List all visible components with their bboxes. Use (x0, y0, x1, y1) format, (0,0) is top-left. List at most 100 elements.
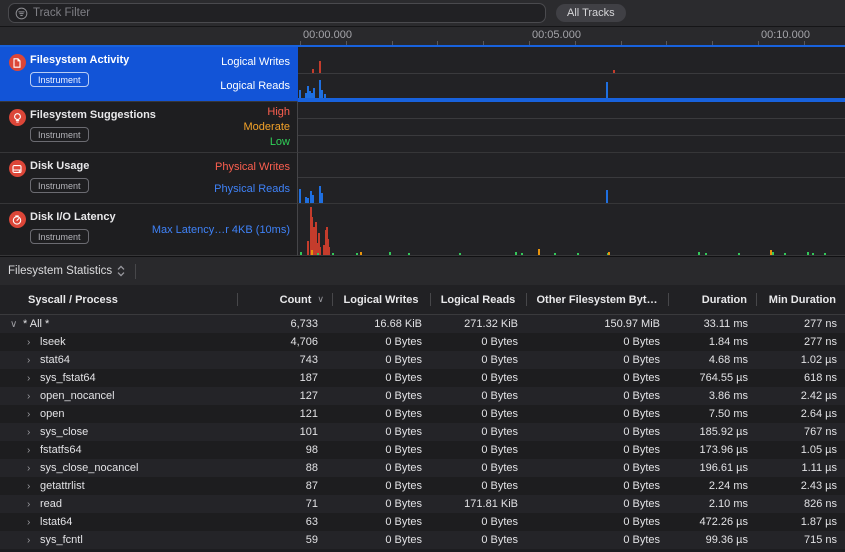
disclosure-triangle[interactable]: › (27, 445, 40, 456)
latency-event-green (408, 253, 410, 255)
column-header-logical-reads[interactable]: Logical Reads (430, 285, 526, 314)
table-cell: 0 Bytes (430, 426, 526, 438)
lane-label: High (267, 106, 290, 118)
disclosure-triangle[interactable]: › (27, 409, 40, 420)
lane-labels: HighModerateLow (240, 102, 297, 152)
data-spike (312, 195, 314, 203)
track-header-disk-usage[interactable]: Disk UsageInstrumentPhysical WritesPhysi… (0, 153, 298, 204)
table-cell: 0 Bytes (526, 516, 668, 528)
track-graph-filesystem-suggestions[interactable] (298, 102, 845, 153)
disclosure-triangle[interactable]: › (27, 391, 40, 402)
toolbar: All Tracks (0, 0, 845, 27)
table-row[interactable]: ›open_nocancel1270 Bytes0 Bytes0 Bytes3.… (0, 387, 845, 405)
disclosure-triangle[interactable]: › (27, 427, 40, 438)
latency-event-green (738, 253, 740, 255)
track-info: Disk UsageInstrument (30, 153, 210, 203)
syscall-name: sys_fcntl (40, 534, 83, 546)
track-info: Filesystem SuggestionsInstrument (30, 102, 240, 152)
table-row[interactable]: ›lseek4,7060 Bytes0 Bytes0 Bytes1.84 ms2… (0, 333, 845, 351)
track-graph-disk-i-o-latency[interactable] (298, 204, 845, 256)
statistics-bar: Filesystem Statistics (0, 256, 845, 285)
ruler-minor-tick (758, 41, 759, 45)
table-row[interactable]: ›sys_close1010 Bytes0 Bytes0 Bytes185.92… (0, 423, 845, 441)
table-row[interactable]: ›sys_fstat641870 Bytes0 Bytes0 Bytes764.… (0, 369, 845, 387)
data-spike (606, 190, 608, 203)
syscall-name: * All * (23, 318, 49, 330)
table-row[interactable]: ›sys_fcntl590 Bytes0 Bytes0 Bytes99.36 µ… (0, 531, 845, 549)
column-header-syscall-process[interactable]: Syscall / Process (0, 285, 237, 314)
column-header-label: Logical Reads (441, 294, 516, 306)
latency-event-green (577, 253, 579, 255)
disclosure-triangle[interactable]: › (27, 481, 40, 492)
ruler-time-label: 00:00.000 (303, 29, 352, 41)
disclosure-triangle[interactable]: › (27, 463, 40, 474)
disclosure-triangle[interactable]: › (27, 337, 40, 348)
all-tracks-button[interactable]: All Tracks (556, 4, 626, 22)
column-header-count[interactable]: Count∨ (237, 285, 332, 314)
table-cell: 0 Bytes (332, 390, 430, 402)
timeline-ruler[interactable]: 00:00.00000:05.00000:10.000 (0, 27, 845, 47)
disclosure-triangle[interactable]: ∨ (10, 319, 23, 330)
statistics-table: ∨* All *6,73316.68 KiB271.32 KiB150.97 M… (0, 315, 845, 549)
ruler-minor-tick (300, 41, 301, 45)
column-header-label: Min Duration (769, 294, 836, 306)
latency-event-green (389, 252, 391, 255)
table-row[interactable]: ›stat647430 Bytes0 Bytes0 Bytes4.68 ms1.… (0, 351, 845, 369)
lane-label: Max Latency…r 4KB (10ms) (152, 224, 290, 236)
table-cell: 59 (237, 534, 332, 546)
sort-chevron-down-icon: ∨ (317, 294, 324, 305)
column-header-other-filesystem-byt-[interactable]: Other Filesystem Byt… (526, 285, 668, 314)
table-cell: 0 Bytes (526, 498, 668, 510)
track-header-filesystem-activity[interactable]: Filesystem ActivityInstrumentLogical Wri… (0, 47, 298, 102)
latency-event-green (705, 253, 707, 255)
table-cell: 71 (237, 498, 332, 510)
latency-event-green (698, 252, 700, 255)
table-cell: 2.64 µs (756, 408, 845, 420)
latency-event-green (772, 252, 774, 255)
table-cell: 127 (237, 390, 332, 402)
latency-event-green (332, 253, 334, 255)
disclosure-triangle[interactable]: › (27, 373, 40, 384)
icon-column (4, 153, 30, 203)
table-row[interactable]: ›read710 Bytes171.81 KiB0 Bytes2.10 ms82… (0, 495, 845, 513)
track-graph-disk-usage[interactable] (298, 153, 845, 204)
latency-event-green (459, 253, 461, 255)
table-row[interactable]: ›lstat64630 Bytes0 Bytes0 Bytes472.26 µs… (0, 513, 845, 531)
track-info: Disk I/O LatencyInstrument (30, 204, 148, 255)
table-row[interactable]: ›sys_close_nocancel880 Bytes0 Bytes0 Byt… (0, 459, 845, 477)
table-cell: 0 Bytes (430, 354, 526, 366)
table-cell: 743 (237, 354, 332, 366)
disclosure-triangle[interactable]: › (27, 517, 40, 528)
lane-label: Moderate (244, 121, 290, 133)
table-cell: 0 Bytes (430, 480, 526, 492)
syscall-name: stat64 (40, 354, 70, 366)
column-header-logical-writes[interactable]: Logical Writes (332, 285, 430, 314)
table-row[interactable]: ›getattrlist870 Bytes0 Bytes0 Bytes2.24 … (0, 477, 845, 495)
track-header-filesystem-suggestions[interactable]: Filesystem SuggestionsInstrument High Mode… (0, 102, 298, 153)
table-header: Syscall / ProcessCount∨Logical Writes Log… (0, 285, 845, 315)
track-title: Filesystem Suggestions (30, 109, 240, 121)
latency-event-green (807, 252, 809, 255)
column-header-min-duration[interactable]: Min Duration (756, 285, 845, 314)
table-cell: 0 Bytes (332, 408, 430, 420)
track-header-disk-i-o-latency[interactable]: Disk I/O LatencyInstrument Max Latency…r … (0, 204, 298, 256)
instrument-badge: Instrument (30, 178, 89, 193)
table-cell: 826 ns (756, 498, 845, 510)
track-filter-field[interactable] (8, 3, 546, 23)
disclosure-triangle[interactable]: › (27, 499, 40, 510)
table-cell: 1.05 µs (756, 444, 845, 456)
track-filter-input[interactable] (33, 7, 539, 19)
column-header-duration[interactable]: Duration (668, 285, 756, 314)
table-cell: 4.68 ms (668, 354, 756, 366)
track-graph-filesystem-activity[interactable] (298, 47, 845, 102)
column-header-label: Duration (702, 294, 747, 306)
table-cell: 171.81 KiB (430, 498, 526, 510)
disclosure-triangle[interactable]: › (27, 355, 40, 366)
table-row[interactable]: ›fstatfs64980 Bytes0 Bytes0 Bytes173.96 … (0, 441, 845, 459)
table-row[interactable]: ›open1210 Bytes0 Bytes0 Bytes7.50 ms2.64… (0, 405, 845, 423)
disclosure-triangle[interactable]: › (27, 535, 40, 546)
ruler-minor-tick (346, 41, 347, 45)
table-row[interactable]: ∨* All *6,73316.68 KiB271.32 KiB150.97 M… (0, 315, 845, 333)
icon-column (4, 204, 30, 255)
statistics-view-selector[interactable]: Filesystem Statistics (8, 265, 125, 277)
